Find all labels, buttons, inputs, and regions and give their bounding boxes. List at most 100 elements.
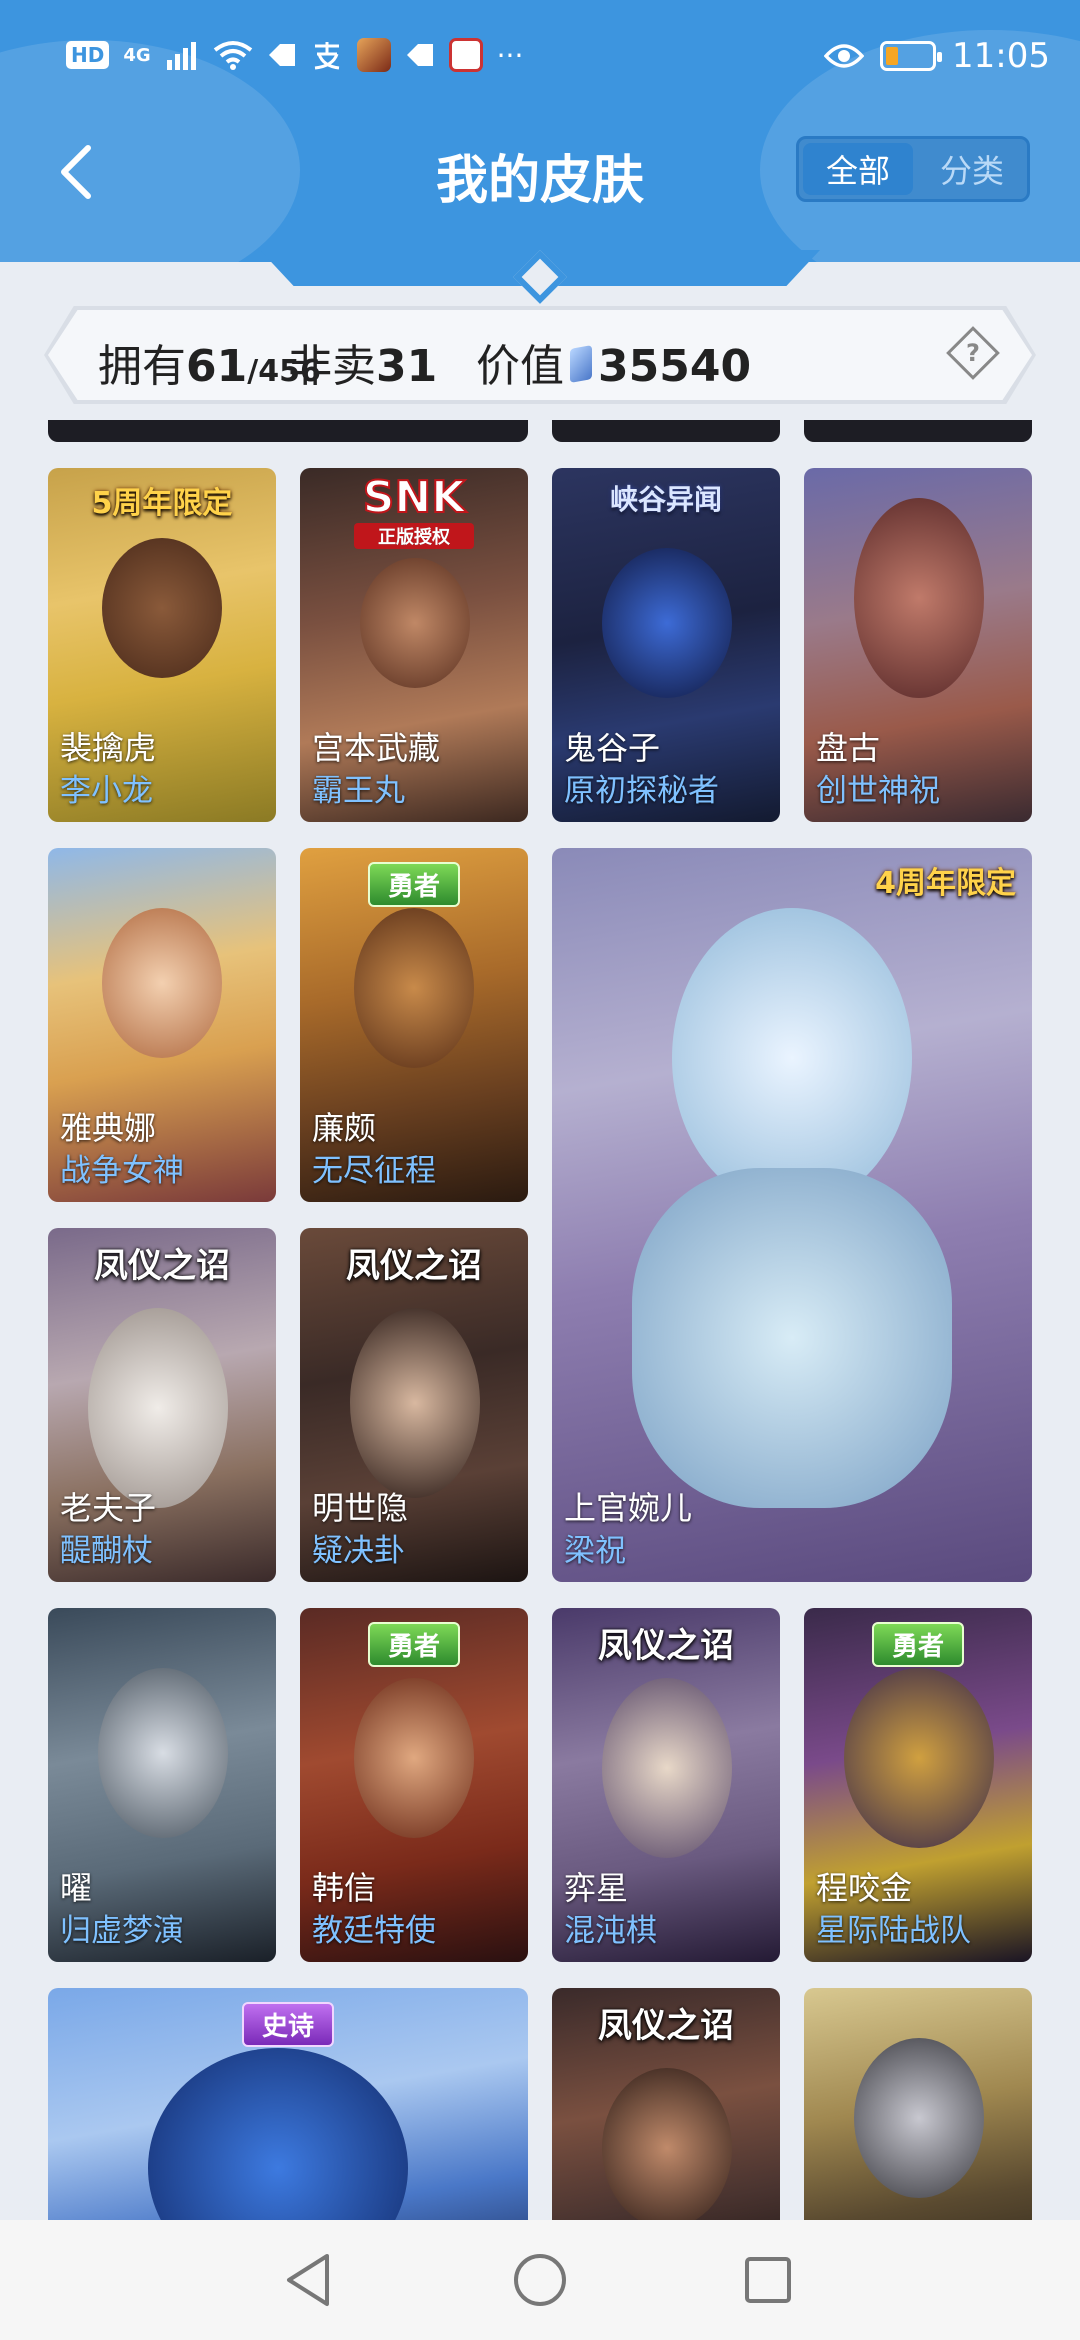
skin-badge: 勇者 [367,862,461,907]
skin-artwork [350,1308,480,1498]
skin-name: 战争女神 [60,1152,184,1189]
skin-badge: 5周年限定 [91,486,233,521]
owned-count: 61 [186,341,248,392]
skin-badge: 凤仪之诏 [598,2006,734,2046]
hero-name: 廉颇 [312,1109,377,1148]
crystal-icon [570,345,592,383]
status-bar: HD 4G ··· 11:05 [0,0,1080,120]
skin-artwork [102,908,222,1058]
skin-card[interactable]: 5周年限定 裴擒虎李小龙 [48,468,276,822]
skin-badge: 史诗 [241,2002,335,2047]
system-nav-bar [0,2220,1080,2340]
skin-card[interactable]: 凤仪之诏 弈星 混沌棋 [552,1608,780,1962]
hero-name: 韩信 [312,1869,377,1908]
skin-name: 李小龙 [60,772,153,809]
skin-name: 无尽征程 [312,1152,436,1189]
skin-artwork [854,2038,984,2198]
skin-artwork [844,1668,994,1848]
skin-card-large[interactable]: 史诗 [48,1988,528,2220]
not-for-sale-count: 31 [376,341,438,392]
hero-name: 鬼谷子 [564,729,661,768]
signal-icon [166,42,196,70]
skin-badge: SNK 正版授权 [300,471,528,549]
tag-icon [268,44,295,66]
skin-name: 疑决卦 [312,1532,405,1569]
tag-icon [406,44,433,66]
value-stat: 价值 35540 [476,330,751,394]
skin-artwork [98,1668,228,1838]
battery-icon [880,41,943,71]
network-label: 4G [123,44,151,66]
skin-card[interactable]: 凤仪之诏 明世隐疑决卦 [300,1228,528,1582]
hero-name: 裴擒虎 [60,729,157,768]
skin-card[interactable]: 勇者 程咬金 星际陆战队 [804,1608,1032,1962]
skin-badge: 4周年限定 [875,866,1016,901]
skin-name: 混沌棋 [564,1912,657,1949]
not-for-sale-stat: 非卖 31 [288,330,437,394]
skin-artwork [102,538,222,678]
skin-artwork [148,2048,408,2220]
tab-category[interactable]: 分类 [917,139,1027,199]
system-recents-button[interactable] [736,2248,800,2312]
skin-card[interactable] [804,1988,1032,2220]
skin-name: 教廷特使 [312,1912,436,1949]
nav-bar: 我的皮肤 全部 分类 [0,120,1080,220]
hero-name: 程咬金 [816,1869,913,1908]
skin-card[interactable]: 雅典娜 战争女神 [48,848,276,1202]
hd-indicator: HD [66,41,110,69]
hero-name: 曜 [60,1869,93,1908]
more-notifications: ··· [496,38,524,72]
circle-home-icon [514,2254,566,2306]
clock: 11:05 [952,36,1050,76]
skin-artwork [354,908,474,1068]
skin-card[interactable]: 盘古 创世神祝 [804,468,1032,822]
scrolled-card-edge [804,420,1032,442]
skin-name: 醍醐杖 [60,1532,153,1569]
skin-name: 原初探秘者 [564,772,719,809]
help-button[interactable]: ? [946,326,1000,380]
tab-all[interactable]: 全部 [803,143,913,195]
alipay-icon [314,42,339,70]
skin-card[interactable]: 峡谷异闻 鬼谷子原初探秘者 [552,468,780,822]
skin-artwork [602,1678,732,1858]
skin-artwork [354,1678,474,1838]
skin-card[interactable]: 勇者 廉颇无尽征程 [300,848,528,1202]
question-icon: ? [966,338,980,367]
skin-card[interactable]: 凤仪之诏 老夫子醍醐杖 [48,1228,276,1582]
skin-card[interactable]: 曜归虚梦演 [48,1608,276,1962]
hero-name: 上官婉儿 [564,1489,693,1528]
skin-card[interactable]: SNK 正版授权 宫本武藏霸王丸 [300,468,528,822]
hero-name: 雅典娜 [60,1109,157,1148]
owned-label: 拥有 [98,341,186,392]
skin-name: 霸王丸 [312,772,405,809]
system-home-button[interactable] [508,2248,572,2312]
skin-artwork [854,498,984,698]
hero-name: 老夫子 [60,1489,157,1528]
skin-grid: 5周年限定 裴擒虎李小龙 SNK 正版授权 宫本武藏霸王丸 峡谷异闻 鬼谷子原初探… [0,420,1080,2220]
snk-logo: SNK [362,471,467,524]
skin-artwork [602,2068,732,2220]
skin-artwork [632,1168,952,1508]
skin-artwork [672,908,912,1208]
skin-artwork [88,1308,228,1508]
scrolled-card-edge [48,420,528,442]
skin-badge: 凤仪之诏 [94,1246,230,1286]
skin-card[interactable]: 勇者 韩信教廷特使 [300,1608,528,1962]
skin-badge: 凤仪之诏 [346,1246,482,1286]
skin-badge: 勇者 [871,1622,965,1667]
wifi-icon [213,41,252,70]
skin-name: 创世神祝 [816,772,940,809]
scrolled-card-edge [552,420,780,442]
skin-badge: 峡谷异闻 [609,483,722,516]
skin-badge: 勇者 [367,1622,461,1667]
hero-name: 宫本武藏 [312,729,441,768]
skin-card[interactable]: 凤仪之诏 [552,1988,780,2220]
square-recents-icon [745,2257,791,2303]
skin-card-large[interactable]: 4周年限定 上官婉儿 梁祝 [552,848,1032,1582]
system-back-button[interactable] [276,2248,340,2312]
game-app-icon [356,38,391,72]
skin-artwork [602,548,732,698]
hero-name: 盘古 [816,729,881,768]
view-toggle: 全部 分类 [796,136,1030,202]
hero-name: 明世隐 [312,1489,409,1528]
